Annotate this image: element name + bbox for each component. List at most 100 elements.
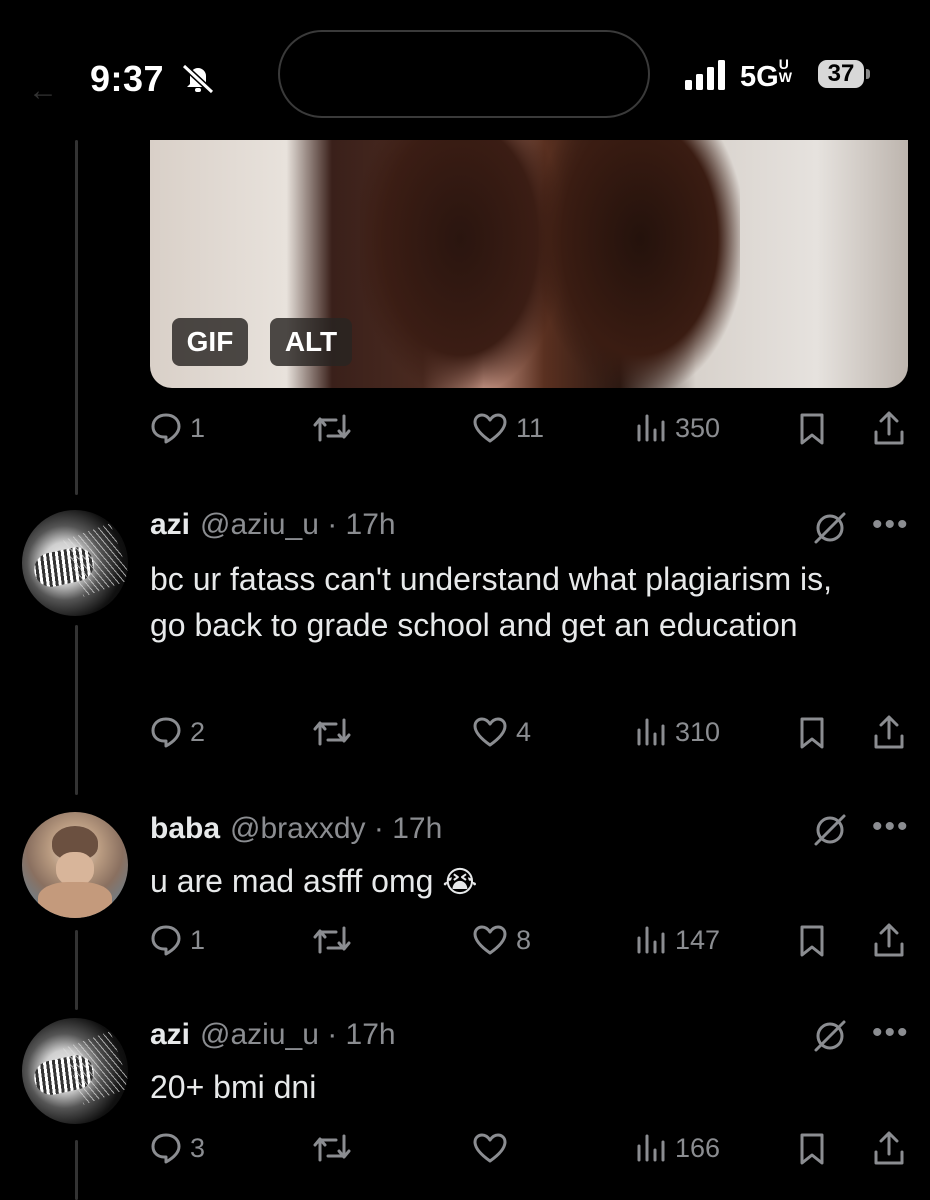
avatar[interactable]: [22, 1018, 128, 1124]
avatar[interactable]: [22, 812, 128, 918]
share-button[interactable]: [872, 922, 906, 958]
slash-circle-icon[interactable]: [812, 812, 848, 848]
tweet-author[interactable]: azi @aziu_u · 17h: [150, 508, 396, 542]
bell-slash-icon: [181, 63, 215, 94]
reply-count: 1: [190, 412, 206, 443]
avatar-art: [63, 523, 128, 597]
retweet-button[interactable]: [312, 716, 352, 748]
reply-button[interactable]: 3: [150, 1132, 205, 1164]
back-arrow-icon[interactable]: ←: [28, 76, 68, 106]
media-shape: [360, 140, 560, 388]
retweet-icon: [313, 926, 351, 954]
bookmark-icon: [800, 925, 824, 957]
timestamp: · 17h: [327, 1018, 396, 1051]
thread-line: [75, 1140, 78, 1200]
timestamp: · 17h: [373, 812, 443, 845]
heart-icon: [473, 1133, 507, 1163]
tweet-text: 20+ bmi dni: [150, 1069, 317, 1105]
views-icon: [637, 926, 665, 954]
like-button[interactable]: 8: [472, 924, 531, 956]
tweet-text: u are mad asfff omg 😭: [150, 858, 870, 906]
more-icon[interactable]: •••: [872, 810, 910, 844]
display-name: baba: [150, 812, 221, 845]
heart-icon: [473, 925, 507, 955]
share-button[interactable]: [872, 410, 906, 446]
avatar-art: [38, 882, 112, 918]
retweet-button[interactable]: [312, 1132, 352, 1164]
battery-indicator: 37: [818, 60, 864, 88]
reply-icon: [151, 925, 181, 956]
like-count: 4: [516, 716, 532, 747]
avatar-art: [56, 852, 94, 886]
views-button[interactable]: 310: [635, 716, 720, 748]
view-count: 310: [675, 716, 721, 747]
views-icon: [637, 1134, 665, 1162]
reply-button[interactable]: 2: [150, 716, 205, 748]
display-name: azi: [150, 1018, 191, 1051]
retweet-icon: [313, 1134, 351, 1162]
crying-emoji: 😭: [442, 866, 478, 899]
signal-icon: [685, 60, 725, 90]
share-icon: [874, 1131, 904, 1165]
retweet-button[interactable]: [312, 924, 352, 956]
thread-line: [75, 930, 78, 1010]
gif-badge: GIF: [172, 318, 248, 366]
like-count: 11: [516, 412, 545, 443]
share-button[interactable]: [872, 714, 906, 750]
bookmark-button[interactable]: [798, 412, 826, 446]
reply-button[interactable]: 1: [150, 412, 205, 444]
tweet-text-content: u are mad asfff omg: [150, 863, 434, 899]
heart-icon: [473, 717, 507, 747]
avatar[interactable]: [22, 510, 128, 616]
timestamp: · 17h: [327, 508, 396, 541]
display-name: azi: [150, 508, 191, 541]
reply-icon: [151, 413, 181, 444]
thread-line: [75, 140, 78, 495]
slash-circle-icon[interactable]: [812, 1018, 848, 1054]
gif-media[interactable]: GIF ALT: [150, 140, 908, 388]
bookmark-button[interactable]: [798, 1132, 826, 1166]
thread-line: [75, 625, 78, 795]
like-button[interactable]: 4: [472, 716, 531, 748]
alt-badge[interactable]: ALT: [270, 318, 352, 366]
retweet-button[interactable]: [312, 412, 352, 444]
reply-button[interactable]: 1: [150, 924, 205, 956]
status-time: 9:37: [90, 58, 165, 99]
media-shape: [540, 140, 740, 388]
view-count: 166: [675, 1132, 721, 1163]
reply-icon: [151, 1133, 181, 1164]
slash-circle-icon[interactable]: [812, 510, 848, 546]
reply-count: 1: [190, 924, 206, 955]
share-button[interactable]: [872, 1130, 906, 1166]
views-button[interactable]: 147: [635, 924, 720, 956]
network-sup: UW: [778, 56, 792, 85]
view-count: 350: [675, 412, 721, 443]
bookmark-button[interactable]: [798, 716, 826, 750]
handle: @aziu_u: [200, 1018, 319, 1051]
bookmark-button[interactable]: [798, 924, 826, 958]
battery-tip: [866, 69, 870, 79]
bookmark-icon: [800, 413, 824, 445]
views-button[interactable]: 166: [635, 1132, 720, 1164]
view-count: 147: [675, 924, 721, 955]
reply-count: 2: [190, 716, 206, 747]
more-icon[interactable]: •••: [872, 508, 910, 542]
more-icon[interactable]: •••: [872, 1016, 910, 1050]
views-icon: [637, 718, 665, 746]
share-icon: [874, 715, 904, 749]
bookmark-icon: [800, 1133, 824, 1165]
reply-icon: [151, 717, 181, 748]
network-label: 5GUW: [740, 56, 792, 93]
views-button[interactable]: 350: [635, 412, 720, 444]
dynamic-island: [278, 30, 650, 118]
like-button[interactable]: [472, 1132, 508, 1164]
tweet-author[interactable]: baba @braxxdy · 17h: [150, 812, 442, 846]
bookmark-icon: [800, 717, 824, 749]
retweet-icon: [313, 414, 351, 442]
tweet-author[interactable]: azi @aziu_u · 17h: [150, 1018, 396, 1052]
like-button[interactable]: 11: [472, 412, 544, 444]
share-icon: [874, 411, 904, 445]
heart-icon: [473, 413, 507, 443]
share-icon: [874, 923, 904, 957]
handle: @braxxdy: [230, 812, 366, 845]
